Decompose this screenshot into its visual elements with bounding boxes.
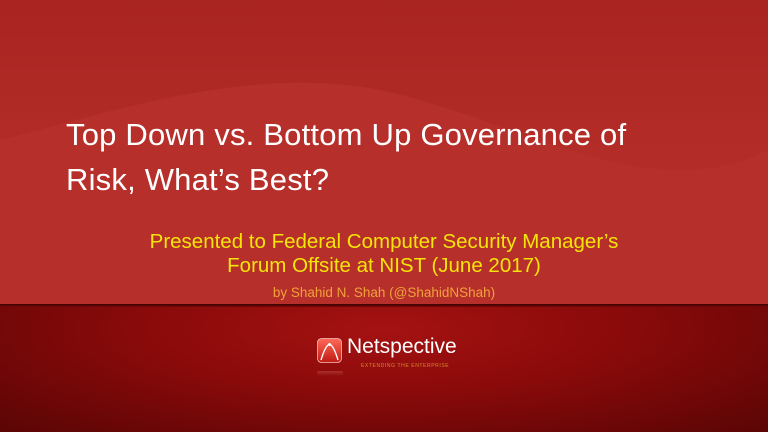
- logo-tagline: EXTENDING THE ENTERPRISE: [361, 363, 450, 369]
- subtitle-line-2: Forum Offsite at NIST (June 2017): [227, 254, 541, 277]
- title-line-2: Risk, What’s Best?: [66, 162, 330, 197]
- netspective-logo: Netspective EXTENDING THE ENTERPRISE: [317, 335, 477, 378]
- subtitle-line-1: Presented to Federal Computer Security M…: [149, 230, 619, 253]
- slide: Top Down vs. Bottom Up Governance of Ris…: [0, 0, 768, 432]
- band-divider: [0, 304, 768, 307]
- author-byline: by Shahid N. Shah (@ShahidNShah): [272, 285, 496, 300]
- logo-name: Netspective: [347, 335, 457, 358]
- title-line-1: Top Down vs. Bottom Up Governance of: [66, 117, 627, 152]
- slide-subtitle: Presented to Federal Computer Security M…: [0, 230, 768, 278]
- logo-reflection: [317, 371, 343, 376]
- slide-title: Top Down vs. Bottom Up Governance of Ris…: [66, 112, 706, 202]
- logo-arch-icon: [317, 338, 342, 363]
